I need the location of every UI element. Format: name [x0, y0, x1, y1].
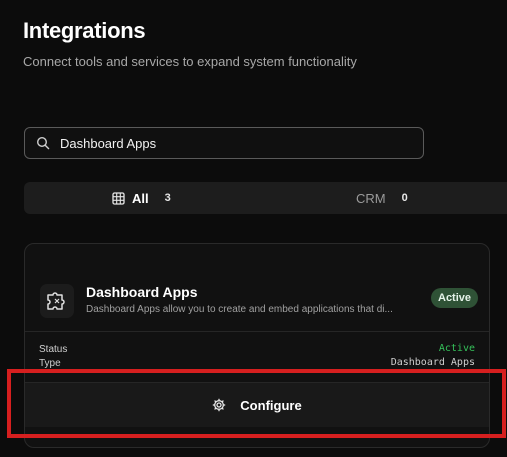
configure-label: Configure [240, 397, 302, 413]
tab-all-count: 3 [164, 192, 171, 204]
tab-all-label: All [132, 190, 149, 206]
tab-crm-count: 0 [401, 192, 408, 204]
gear-icon [212, 398, 226, 412]
status-badge: Active [431, 288, 479, 308]
puzzle-icon [40, 284, 74, 318]
tab-crm-label: CRM [356, 190, 386, 206]
page-subtitle: Connect tools and services to expand sys… [23, 54, 357, 69]
type-label: Type [39, 358, 61, 369]
page-title: Integrations [23, 18, 146, 43]
card-description: Dashboard Apps allow you to create and e… [86, 304, 393, 315]
integrations-page: Integrations Connect tools and services … [0, 0, 507, 457]
search-box[interactable] [24, 127, 424, 159]
card-divider [25, 331, 489, 332]
search-icon [36, 136, 50, 150]
status-value: Active [438, 343, 475, 354]
card-title: Dashboard Apps [86, 284, 198, 300]
integration-card: Dashboard Apps Dashboard Apps allow you … [24, 243, 490, 448]
tab-crm[interactable]: CRM 0 [356, 182, 408, 214]
category-tabs: All 3 CRM 0 [24, 182, 507, 214]
grid-icon [112, 191, 125, 205]
type-value: Dashboard Apps [390, 357, 475, 368]
configure-button[interactable]: Configure [25, 382, 489, 427]
search-input[interactable] [60, 135, 423, 151]
status-label: Status [39, 344, 68, 355]
tab-all[interactable]: All 3 [112, 182, 171, 214]
